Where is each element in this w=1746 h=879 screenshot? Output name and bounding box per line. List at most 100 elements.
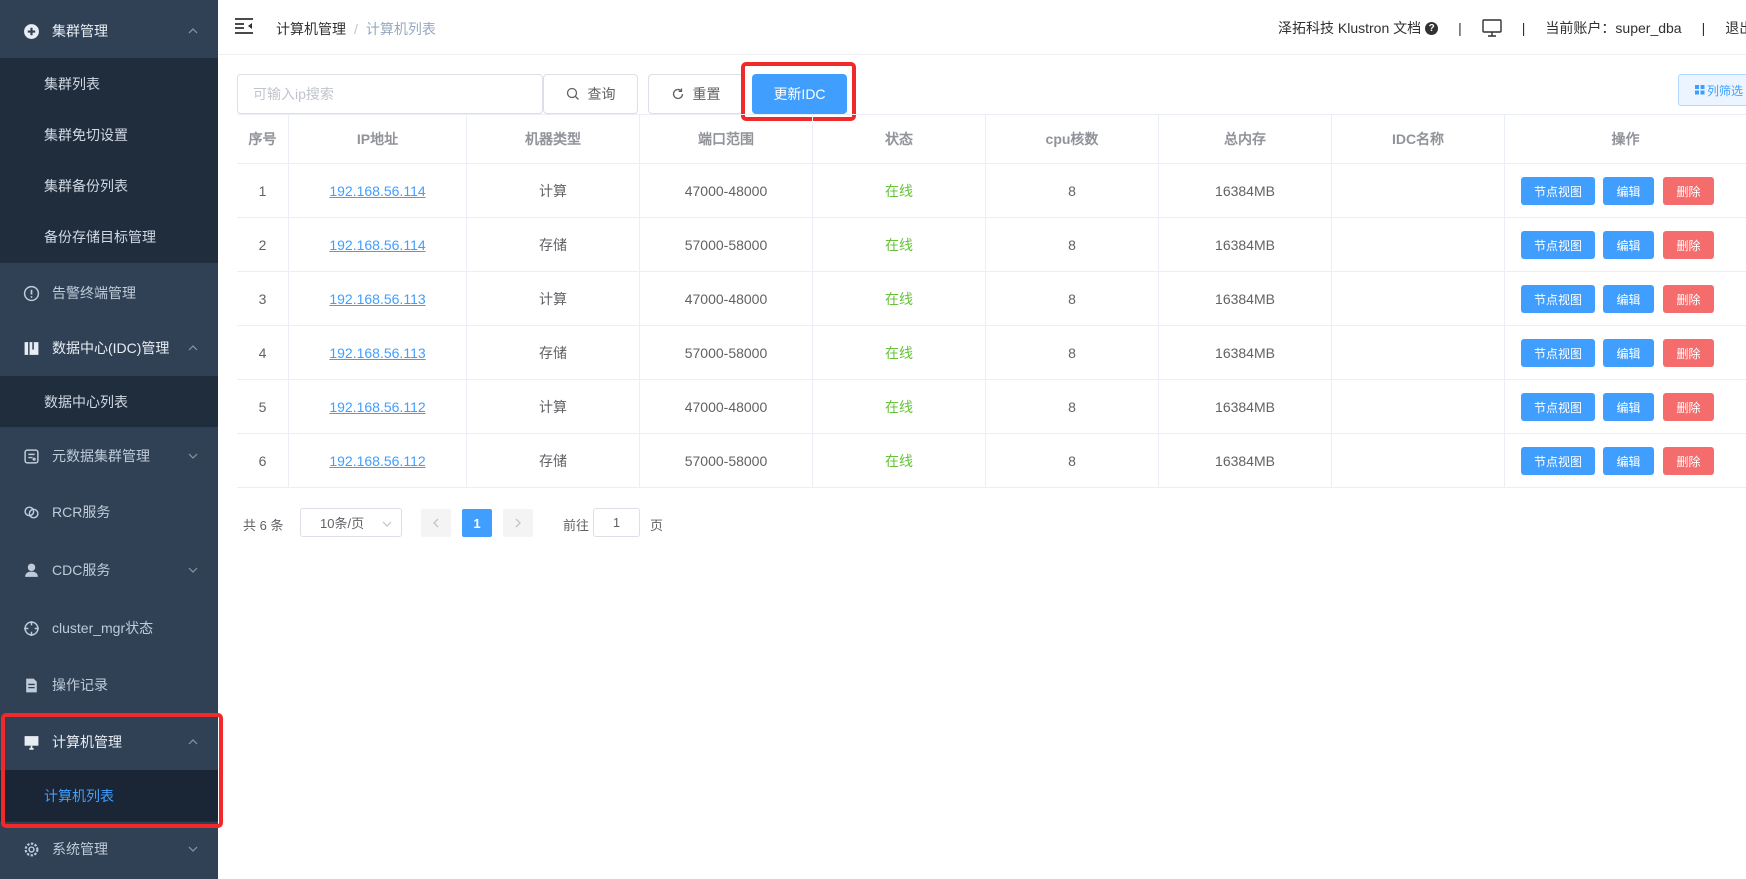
cell-memory: 16384MB bbox=[1159, 434, 1332, 487]
cell-status-value: 在线 bbox=[885, 452, 913, 469]
sidebar-item-alert-terminal[interactable]: 告警终端管理 bbox=[0, 266, 218, 320]
cell-actions: 节点视图 编辑 删除 bbox=[1505, 380, 1746, 433]
query-button[interactable]: 查询 bbox=[543, 74, 638, 114]
cell-ip: 192.168.56.114 bbox=[289, 164, 467, 217]
page-size-select[interactable]: 10条/页 bbox=[300, 508, 402, 537]
cell-port-range-value: 47000-48000 bbox=[684, 182, 768, 199]
sidebar-item-idc-management[interactable]: 数据中心(IDC)管理 bbox=[0, 321, 218, 375]
document-icon bbox=[22, 676, 40, 694]
goto-page-input[interactable] bbox=[593, 508, 640, 537]
node-view-button[interactable]: 节点视图 bbox=[1521, 231, 1595, 259]
sidebar-item-operation-log[interactable]: 操作记录 bbox=[0, 658, 218, 712]
cell-ip: 192.168.56.112 bbox=[289, 434, 467, 487]
cell-index-value: 1 bbox=[258, 182, 267, 199]
cell-machine-type-value: 存储 bbox=[539, 344, 567, 361]
next-page-button[interactable] bbox=[503, 509, 533, 537]
node-view-button[interactable]: 节点视图 bbox=[1521, 447, 1595, 475]
node-view-button[interactable]: 节点视图 bbox=[1521, 393, 1595, 421]
cell-status-value: 在线 bbox=[885, 182, 913, 199]
docs-link[interactable]: 泽拓科技 Klustron 文档 bbox=[1278, 18, 1421, 38]
help-icon[interactable]: ? bbox=[1425, 21, 1439, 35]
screen-icon[interactable] bbox=[1482, 19, 1502, 37]
logout-link[interactable]: 退出登录 bbox=[1725, 18, 1746, 38]
cell-memory-value: 16384MB bbox=[1215, 236, 1275, 253]
cell-ip: 192.168.56.114 bbox=[289, 218, 467, 271]
node-view-button[interactable]: 节点视图 bbox=[1521, 339, 1595, 367]
sidebar-item-idc-list[interactable]: 数据中心列表 bbox=[0, 376, 218, 427]
delete-button[interactable]: 删除 bbox=[1663, 177, 1714, 205]
top-header: 计算机管理 / 计算机列表 泽拓科技 Klustron 文档 ? | | 当前账… bbox=[218, 0, 1746, 55]
ip-search-input[interactable] bbox=[237, 74, 543, 114]
prev-page-button[interactable] bbox=[421, 509, 451, 537]
link-icon bbox=[22, 503, 40, 521]
goto-suffix: 页 bbox=[650, 518, 664, 533]
cell-cpu-value: 8 bbox=[1068, 398, 1076, 415]
cell-port-range-value: 57000-58000 bbox=[684, 344, 768, 361]
cell-status: 在线 bbox=[813, 164, 986, 217]
breadcrumb-computer-management[interactable]: 计算机管理 bbox=[276, 19, 346, 39]
col-header-port-range: 端口范围 bbox=[640, 115, 813, 163]
cell-index-value: 6 bbox=[258, 452, 267, 469]
chevron-up-icon bbox=[188, 28, 198, 34]
cell-cpu: 8 bbox=[986, 434, 1159, 487]
cell-status-value: 在线 bbox=[885, 236, 913, 253]
edit-button[interactable]: 编辑 bbox=[1603, 177, 1654, 205]
ip-address-link[interactable]: 192.168.56.114 bbox=[329, 183, 425, 199]
col-header-idc-name: IDC名称 bbox=[1332, 115, 1505, 163]
sidebar-item-cluster-list[interactable]: 集群列表 bbox=[0, 58, 218, 109]
table-row: 1 192.168.56.114 计算 47000-48000 在线 8 16384MB 节点… bbox=[237, 164, 1746, 218]
ip-address-link[interactable]: 192.168.56.112 bbox=[329, 453, 425, 469]
node-view-button[interactable]: 节点视图 bbox=[1521, 285, 1595, 313]
cell-index: 2 bbox=[237, 218, 289, 271]
edit-button[interactable]: 编辑 bbox=[1603, 447, 1654, 475]
cell-machine-type-value: 存储 bbox=[539, 236, 567, 253]
edit-button[interactable]: 编辑 bbox=[1603, 339, 1654, 367]
cell-port-range: 57000-58000 bbox=[640, 218, 813, 271]
ip-address-link[interactable]: 192.168.56.114 bbox=[329, 237, 425, 253]
sidebar-item-label: CDC服务 bbox=[52, 562, 111, 578]
cell-index-value: 2 bbox=[258, 236, 267, 253]
ip-address-link[interactable]: 192.168.56.113 bbox=[329, 291, 425, 307]
delete-button[interactable]: 删除 bbox=[1663, 447, 1714, 475]
menu-fold-icon[interactable] bbox=[234, 17, 254, 35]
sidebar-item-cluster-management[interactable]: 集群管理 bbox=[0, 4, 218, 58]
node-view-button[interactable]: 节点视图 bbox=[1521, 177, 1595, 205]
sidebar-item-metadata-cluster[interactable]: 元数据集群管理 bbox=[0, 429, 218, 483]
column-filter-button[interactable]: 列筛选 bbox=[1678, 74, 1746, 106]
cell-machine-type-value: 计算 bbox=[539, 398, 567, 415]
edit-button[interactable]: 编辑 bbox=[1603, 231, 1654, 259]
cell-cpu: 8 bbox=[986, 164, 1159, 217]
cell-cpu-value: 8 bbox=[1068, 452, 1076, 469]
delete-button[interactable]: 删除 bbox=[1663, 231, 1714, 259]
sidebar-item-cdc-service[interactable]: CDC服务 bbox=[0, 543, 218, 597]
cell-status: 在线 bbox=[813, 326, 986, 379]
current-account: 当前账户：super_dba bbox=[1545, 20, 1682, 36]
edit-button[interactable]: 编辑 bbox=[1603, 393, 1654, 421]
page-number-button[interactable]: 1 bbox=[462, 509, 492, 537]
cell-memory: 16384MB bbox=[1159, 380, 1332, 433]
sidebar-item-backup-storage-targets[interactable]: 备份存储目标管理 bbox=[0, 211, 218, 262]
idc-submenu: 数据中心列表 bbox=[0, 376, 218, 427]
reset-button[interactable]: 重置 bbox=[648, 74, 743, 114]
delete-button[interactable]: 删除 bbox=[1663, 285, 1714, 313]
cell-index-value: 5 bbox=[258, 398, 267, 415]
cell-memory-value: 16384MB bbox=[1215, 344, 1275, 361]
cell-cpu-value: 8 bbox=[1068, 344, 1076, 361]
sidebar-item-label: 系统管理 bbox=[52, 841, 108, 857]
cell-idc-name bbox=[1332, 434, 1505, 487]
sidebar-item-cluster-mgr-status[interactable]: cluster_mgr状态 bbox=[0, 601, 218, 655]
sidebar-item-rcr-service[interactable]: RCR服务 bbox=[0, 485, 218, 539]
sidebar-item-system-management[interactable]: 系统管理 bbox=[0, 822, 218, 876]
chevron-down-icon bbox=[382, 521, 392, 527]
delete-button[interactable]: 删除 bbox=[1663, 339, 1714, 367]
edit-button[interactable]: 编辑 bbox=[1603, 285, 1654, 313]
sidebar-item-cluster-failover-settings[interactable]: 集群免切设置 bbox=[0, 109, 218, 160]
cell-index-value: 3 bbox=[258, 290, 267, 307]
plus-circle-icon bbox=[22, 22, 40, 40]
ip-address-link[interactable]: 192.168.56.112 bbox=[329, 399, 425, 415]
sidebar-item-cluster-backup-list[interactable]: 集群备份列表 bbox=[0, 160, 218, 211]
ip-address-link[interactable]: 192.168.56.113 bbox=[329, 345, 425, 361]
delete-button[interactable]: 删除 bbox=[1663, 393, 1714, 421]
cell-status-value: 在线 bbox=[885, 398, 913, 415]
cell-machine-type-value: 存储 bbox=[539, 452, 567, 469]
